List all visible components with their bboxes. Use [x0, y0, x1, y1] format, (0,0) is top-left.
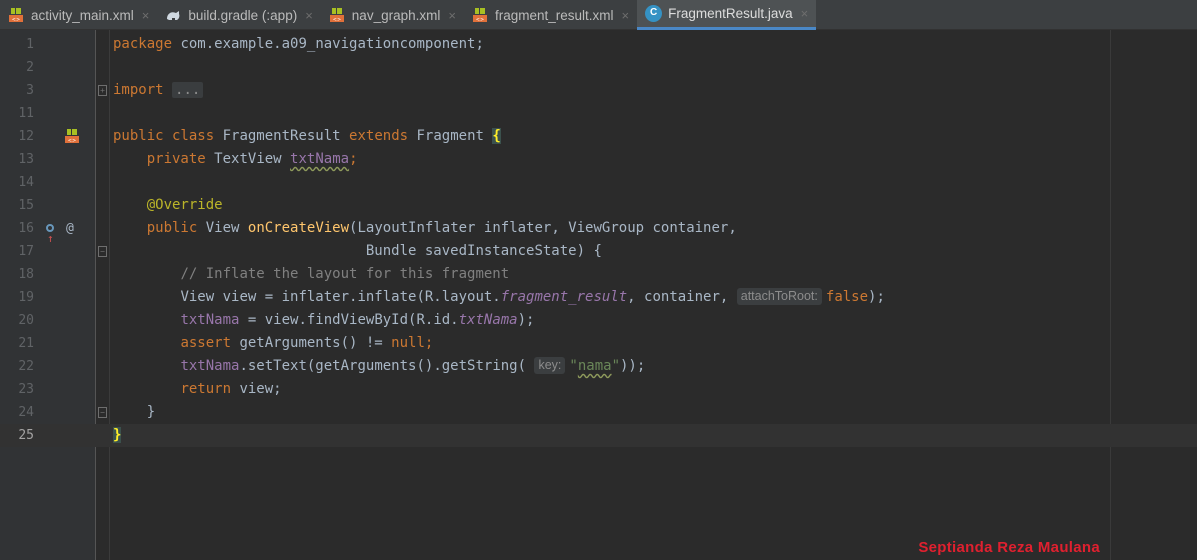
ide-window: <> activity_main.xml × build.gradle (:ap… — [0, 0, 1197, 560]
folded-region[interactable]: ... — [172, 82, 204, 98]
svg-text:<>: <> — [12, 17, 20, 23]
code-line[interactable]: 15 @Override — [0, 194, 1197, 217]
code-text: return view; — [180, 381, 282, 397]
java-class-icon: C — [645, 5, 663, 22]
line-number: 3 — [26, 83, 34, 98]
fold-expand-icon[interactable]: + — [98, 85, 107, 96]
code-text: txtNama.setText(getArguments().getString… — [180, 357, 646, 374]
svg-text:<>: <> — [333, 17, 341, 23]
xml-layout-icon: <> — [329, 7, 346, 24]
code-line[interactable]: 18 // Inflate the layout for this fragme… — [0, 263, 1197, 286]
line-number: 25 — [18, 428, 34, 443]
code-text: package com.example.a09_navigationcompon… — [113, 36, 484, 52]
line-number: 15 — [18, 198, 34, 213]
tab-nav-graph-xml[interactable]: <> nav_graph.xml × — [321, 0, 464, 30]
close-icon[interactable]: × — [622, 8, 630, 23]
line-number: 22 — [18, 359, 34, 374]
code-line[interactable]: 16 ↑ @ public View onCreateView(LayoutIn… — [0, 217, 1197, 245]
code-line[interactable]: 13 private TextView txtNama; — [0, 148, 1197, 171]
line-number: 17 — [18, 244, 34, 259]
code-line-current[interactable]: 25 } — [0, 424, 1197, 447]
svg-text:<>: <> — [68, 138, 76, 144]
parameter-hint: key: — [534, 357, 566, 374]
code-line[interactable]: 21 assert getArguments() != null; — [0, 332, 1197, 355]
code-line[interactable]: 19 View view = inflater.inflate(R.layout… — [0, 286, 1197, 309]
tab-label: build.gradle (:app) — [188, 7, 298, 23]
code-text: } — [146, 404, 156, 420]
code-text: import ... — [113, 79, 204, 102]
code-line[interactable]: 20 txtNama = view.findViewById(R.id.txtN… — [0, 309, 1197, 332]
line-number: 21 — [18, 336, 34, 351]
line-number: 1 — [26, 37, 34, 52]
code-text: private TextView txtNama; — [146, 151, 358, 167]
fold-end-icon[interactable]: − — [98, 407, 107, 418]
code-text: View view = inflater.inflate(R.layout.fr… — [180, 288, 885, 305]
editor-tab-bar: <> activity_main.xml × build.gradle (:ap… — [0, 0, 1197, 30]
tab-activity-main-xml[interactable]: <> activity_main.xml × — [0, 0, 157, 30]
line-number: 14 — [18, 175, 34, 190]
tab-label: FragmentResult.java — [668, 6, 793, 21]
code-line[interactable]: 24 − } — [0, 401, 1197, 424]
code-line[interactable]: 11 — [0, 102, 1197, 125]
code-line[interactable]: 1 package com.example.a09_navigationcomp… — [0, 33, 1197, 56]
overrides-method-icon[interactable]: ↑ — [46, 222, 58, 245]
code-line[interactable]: 12 <> public class FragmentResult extend… — [0, 125, 1197, 148]
code-line[interactable]: 3 + import ... — [0, 79, 1197, 102]
line-number: 11 — [18, 106, 34, 121]
code-line[interactable]: 23 return view; — [0, 378, 1197, 401]
annotation-icon[interactable]: @ — [66, 217, 74, 240]
code-text: // Inflate the layout for this fragment — [180, 266, 510, 282]
fold-collapse-icon[interactable]: − — [98, 246, 107, 257]
tab-build-gradle[interactable]: build.gradle (:app) × — [157, 0, 320, 30]
code-line[interactable]: 17 − Bundle savedInstanceState) { — [0, 240, 1197, 263]
tab-fragment-result-xml[interactable]: <> fragment_result.xml × — [464, 0, 637, 30]
related-layout-icon[interactable]: <> — [64, 128, 80, 148]
tab-label: nav_graph.xml — [351, 7, 441, 23]
code-text: public View onCreateView(LayoutInflater … — [146, 220, 737, 236]
code-line[interactable]: 22 txtNama.setText(getArguments().getStr… — [0, 355, 1197, 378]
line-number: 19 — [18, 290, 34, 305]
code-text: } — [113, 427, 122, 443]
close-icon[interactable]: × — [305, 8, 313, 23]
code-editor[interactable]: 1 package com.example.a09_navigationcomp… — [0, 30, 1197, 560]
line-number: 18 — [18, 267, 34, 282]
line-number: 23 — [18, 382, 34, 397]
line-number: 20 — [18, 313, 34, 328]
line-number: 13 — [18, 152, 34, 167]
code-text: @Override — [146, 197, 223, 213]
code-line[interactable]: 14 — [0, 171, 1197, 194]
gradle-icon — [165, 7, 182, 24]
watermark-text: Septianda Reza Maulana — [918, 539, 1100, 556]
line-number: 12 — [18, 129, 34, 144]
close-icon[interactable]: × — [448, 8, 456, 23]
xml-layout-icon: <> — [472, 7, 489, 24]
code-text: Bundle savedInstanceState) { — [365, 243, 602, 259]
svg-text:<>: <> — [476, 17, 484, 23]
close-icon[interactable]: × — [801, 6, 809, 21]
code-text: assert getArguments() != null; — [180, 335, 434, 351]
code-line[interactable]: 2 — [0, 56, 1197, 79]
line-number: 16 — [18, 221, 34, 236]
close-icon[interactable]: × — [142, 8, 150, 23]
tab-label: fragment_result.xml — [494, 7, 614, 23]
code-text: txtNama = view.findViewById(R.id.txtNama… — [180, 312, 535, 328]
line-number: 2 — [26, 60, 34, 75]
line-number: 24 — [18, 405, 34, 420]
xml-layout-icon: <> — [8, 7, 25, 24]
code-text: public class FragmentResult extends Frag… — [113, 128, 501, 144]
parameter-hint: attachToRoot: — [736, 288, 822, 305]
tab-label: activity_main.xml — [31, 7, 134, 23]
tab-fragment-result-java[interactable]: C FragmentResult.java × — [637, 0, 817, 30]
